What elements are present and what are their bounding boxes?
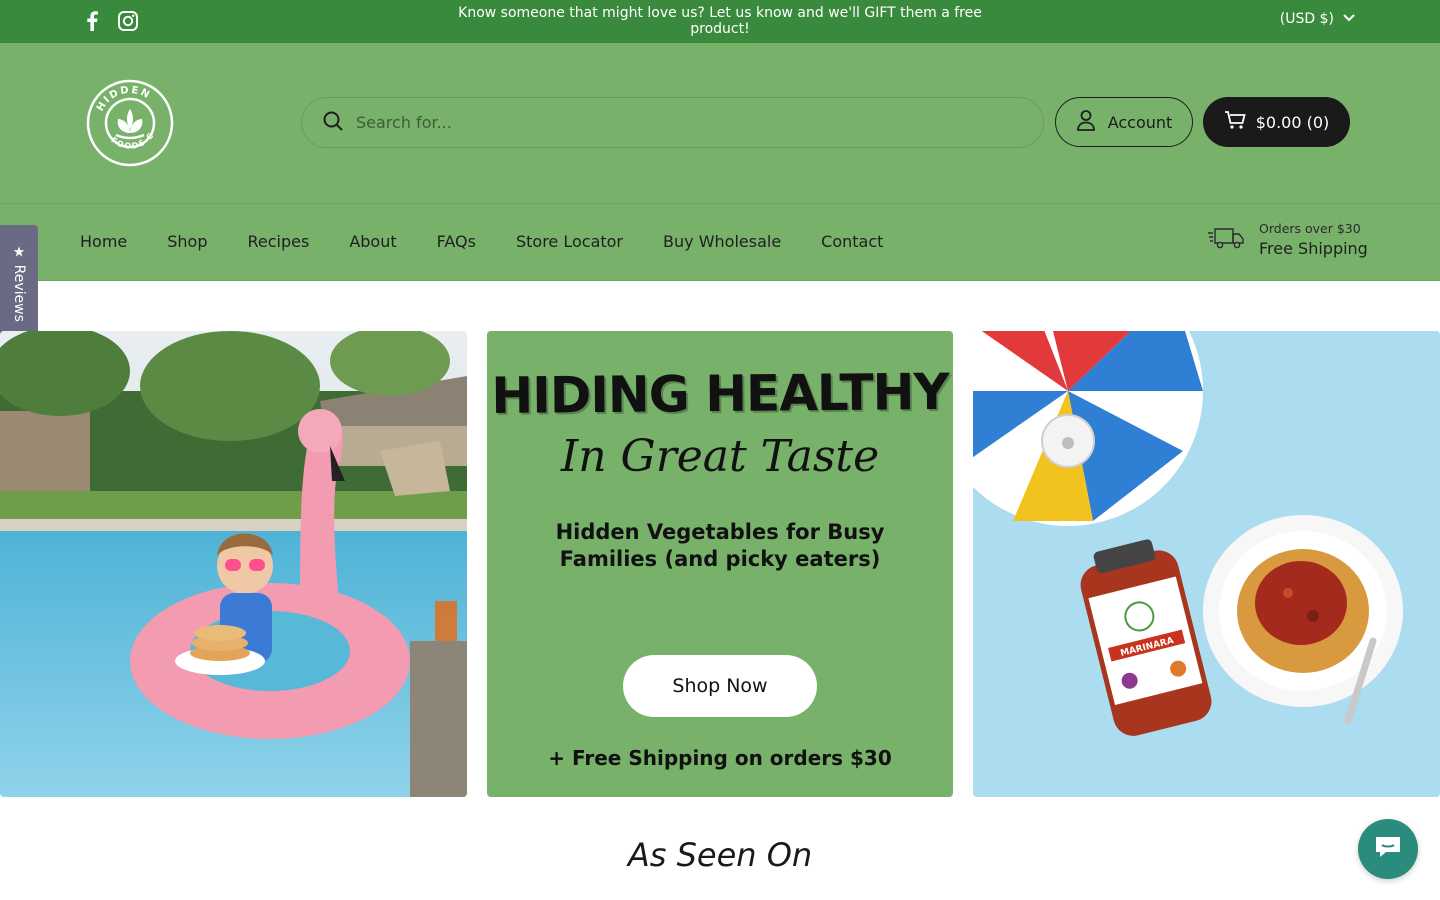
- nav-item-contact[interactable]: Contact: [821, 232, 883, 251]
- account-label: Account: [1107, 112, 1173, 132]
- shipping-title: Free Shipping: [1259, 239, 1368, 258]
- main-navigation: Home Shop Recipes About FAQs Store Locat…: [0, 203, 1440, 281]
- nav-item-home[interactable]: Home: [80, 232, 127, 251]
- shipping-threshold: Orders over $30: [1259, 221, 1361, 236]
- nav-item-about[interactable]: About: [349, 232, 396, 251]
- nav-menu: Home Shop Recipes About FAQs Store Locat…: [80, 232, 883, 251]
- cart-button[interactable]: $0.00 (0): [1203, 97, 1350, 147]
- chat-bubble-icon: [1373, 833, 1403, 865]
- account-button[interactable]: Account: [1055, 97, 1193, 147]
- search-icon: [322, 110, 344, 136]
- nav-item-faqs[interactable]: FAQs: [437, 232, 476, 251]
- hero-image-pool: [0, 331, 467, 797]
- site-logo[interactable]: HIDDEN FOODS CO.: [82, 72, 174, 167]
- hero-tagline: Hidden Vegetables for Busy Families (and…: [555, 520, 885, 571]
- shop-now-button[interactable]: Shop Now: [623, 655, 817, 717]
- search-input[interactable]: Search for...: [301, 97, 1044, 148]
- nav-item-buy-wholesale[interactable]: Buy Wholesale: [663, 232, 781, 251]
- nav-item-shop[interactable]: Shop: [167, 232, 207, 251]
- hero-promo-tile: HIDING HEALTHY In Great Taste Hidden Veg…: [487, 331, 953, 797]
- nav-item-store-locator[interactable]: Store Locator: [516, 232, 623, 251]
- chevron-down-icon: [1342, 11, 1356, 27]
- cart-icon: [1224, 110, 1246, 134]
- nav-item-recipes[interactable]: Recipes: [248, 232, 310, 251]
- currency-label: (USD $): [1279, 11, 1334, 27]
- instagram-icon[interactable]: [116, 8, 140, 34]
- reviews-label: Reviews: [11, 264, 27, 322]
- search-placeholder: Search for...: [356, 113, 452, 132]
- hero-free-shipping: + Free Shipping on orders $30: [548, 746, 892, 770]
- announcement-bar: Know someone that might love us? Let us …: [0, 0, 1440, 43]
- currency-selector[interactable]: (USD $): [1280, 11, 1356, 27]
- facebook-icon[interactable]: [80, 8, 104, 34]
- announcement-message: Know someone that might love us? Let us …: [458, 5, 982, 37]
- cart-label: $0.00 (0): [1255, 112, 1330, 132]
- hero-script-subtitle: In Great Taste: [560, 431, 880, 482]
- delivery-truck-icon: [1207, 224, 1245, 256]
- social-links: [80, 8, 140, 34]
- user-icon: [1076, 109, 1096, 135]
- hero-image-product: MARINARA: [973, 331, 1440, 797]
- hero-headline: HIDING HEALTHY: [491, 363, 949, 425]
- chat-button[interactable]: [1358, 819, 1418, 879]
- reviews-tab[interactable]: ★ Reviews: [0, 225, 38, 343]
- as-seen-on-title: As Seen On: [627, 836, 813, 874]
- free-shipping-promo: Orders over $30 Free Shipping: [1207, 221, 1368, 258]
- star-icon: ★: [12, 244, 26, 261]
- site-header: HIDDEN FOODS CO. Search for... Account $…: [0, 43, 1440, 203]
